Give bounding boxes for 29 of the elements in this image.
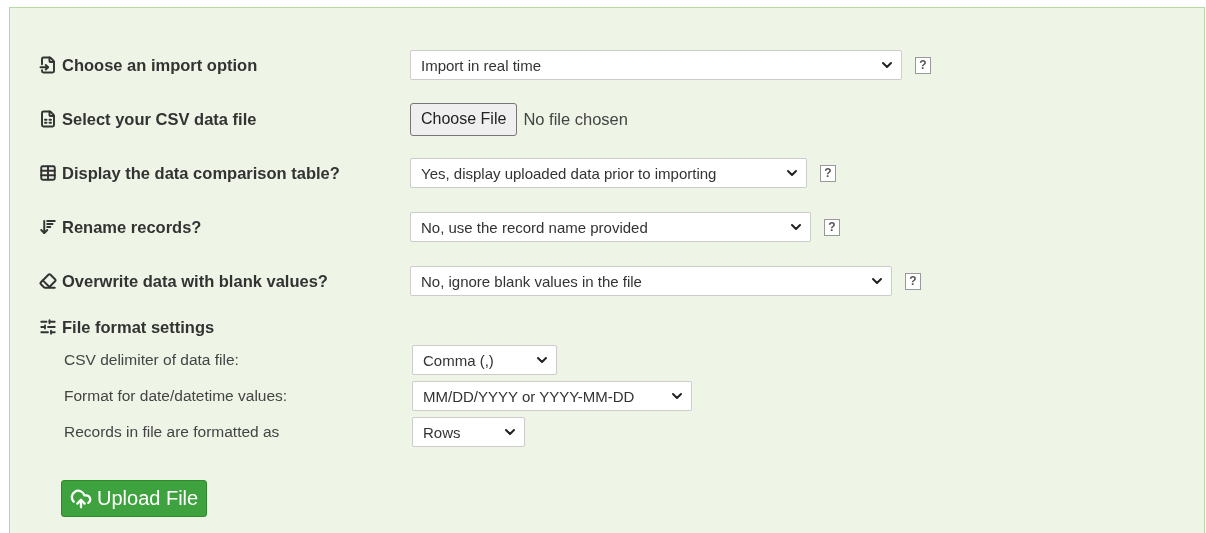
option-label: Choose an import option xyxy=(62,55,258,75)
setting-label: Format for date/datetime values: xyxy=(64,387,289,405)
option-dropdown[interactable]: Yes, display uploaded data prior to importing xyxy=(410,158,807,188)
help-button[interactable]: ? xyxy=(820,164,836,182)
cloud-upload-icon xyxy=(70,487,92,510)
sliders-icon xyxy=(39,318,57,336)
sort-icon xyxy=(39,218,57,236)
choose-file-button[interactable]: Choose File xyxy=(410,102,518,136)
eraser-icon xyxy=(39,272,57,290)
option-dropdown[interactable]: No, ignore blank values in the file xyxy=(410,266,892,296)
setting-label: Records in file are formatted as xyxy=(64,423,281,441)
setting-dropdown[interactable]: Rows xyxy=(412,417,525,447)
file-status: No file chosen xyxy=(523,109,628,129)
section-title: File format settings xyxy=(62,317,215,337)
option-label: Select your CSV data file xyxy=(62,109,257,129)
csv-file-icon xyxy=(39,110,57,128)
help-button[interactable]: ? xyxy=(824,218,840,236)
table-icon xyxy=(39,164,57,182)
file-import-icon xyxy=(39,56,57,74)
help-button[interactable]: ? xyxy=(905,272,921,290)
option-label: Display the data comparison table? xyxy=(62,163,340,183)
setting-dropdown[interactable]: Comma (,) xyxy=(412,345,557,375)
option-dropdown[interactable]: Import in real time xyxy=(410,50,902,80)
option-label: Overwrite data with blank values? xyxy=(62,271,328,291)
setting-dropdown[interactable]: MM/DD/YYYY or YYYY-MM-DD xyxy=(412,381,692,411)
help-button[interactable]: ? xyxy=(915,56,931,74)
setting-label: CSV delimiter of data file: xyxy=(64,351,240,369)
option-label: Rename records? xyxy=(62,217,202,237)
option-dropdown[interactable]: No, use the record name provided xyxy=(410,212,811,242)
